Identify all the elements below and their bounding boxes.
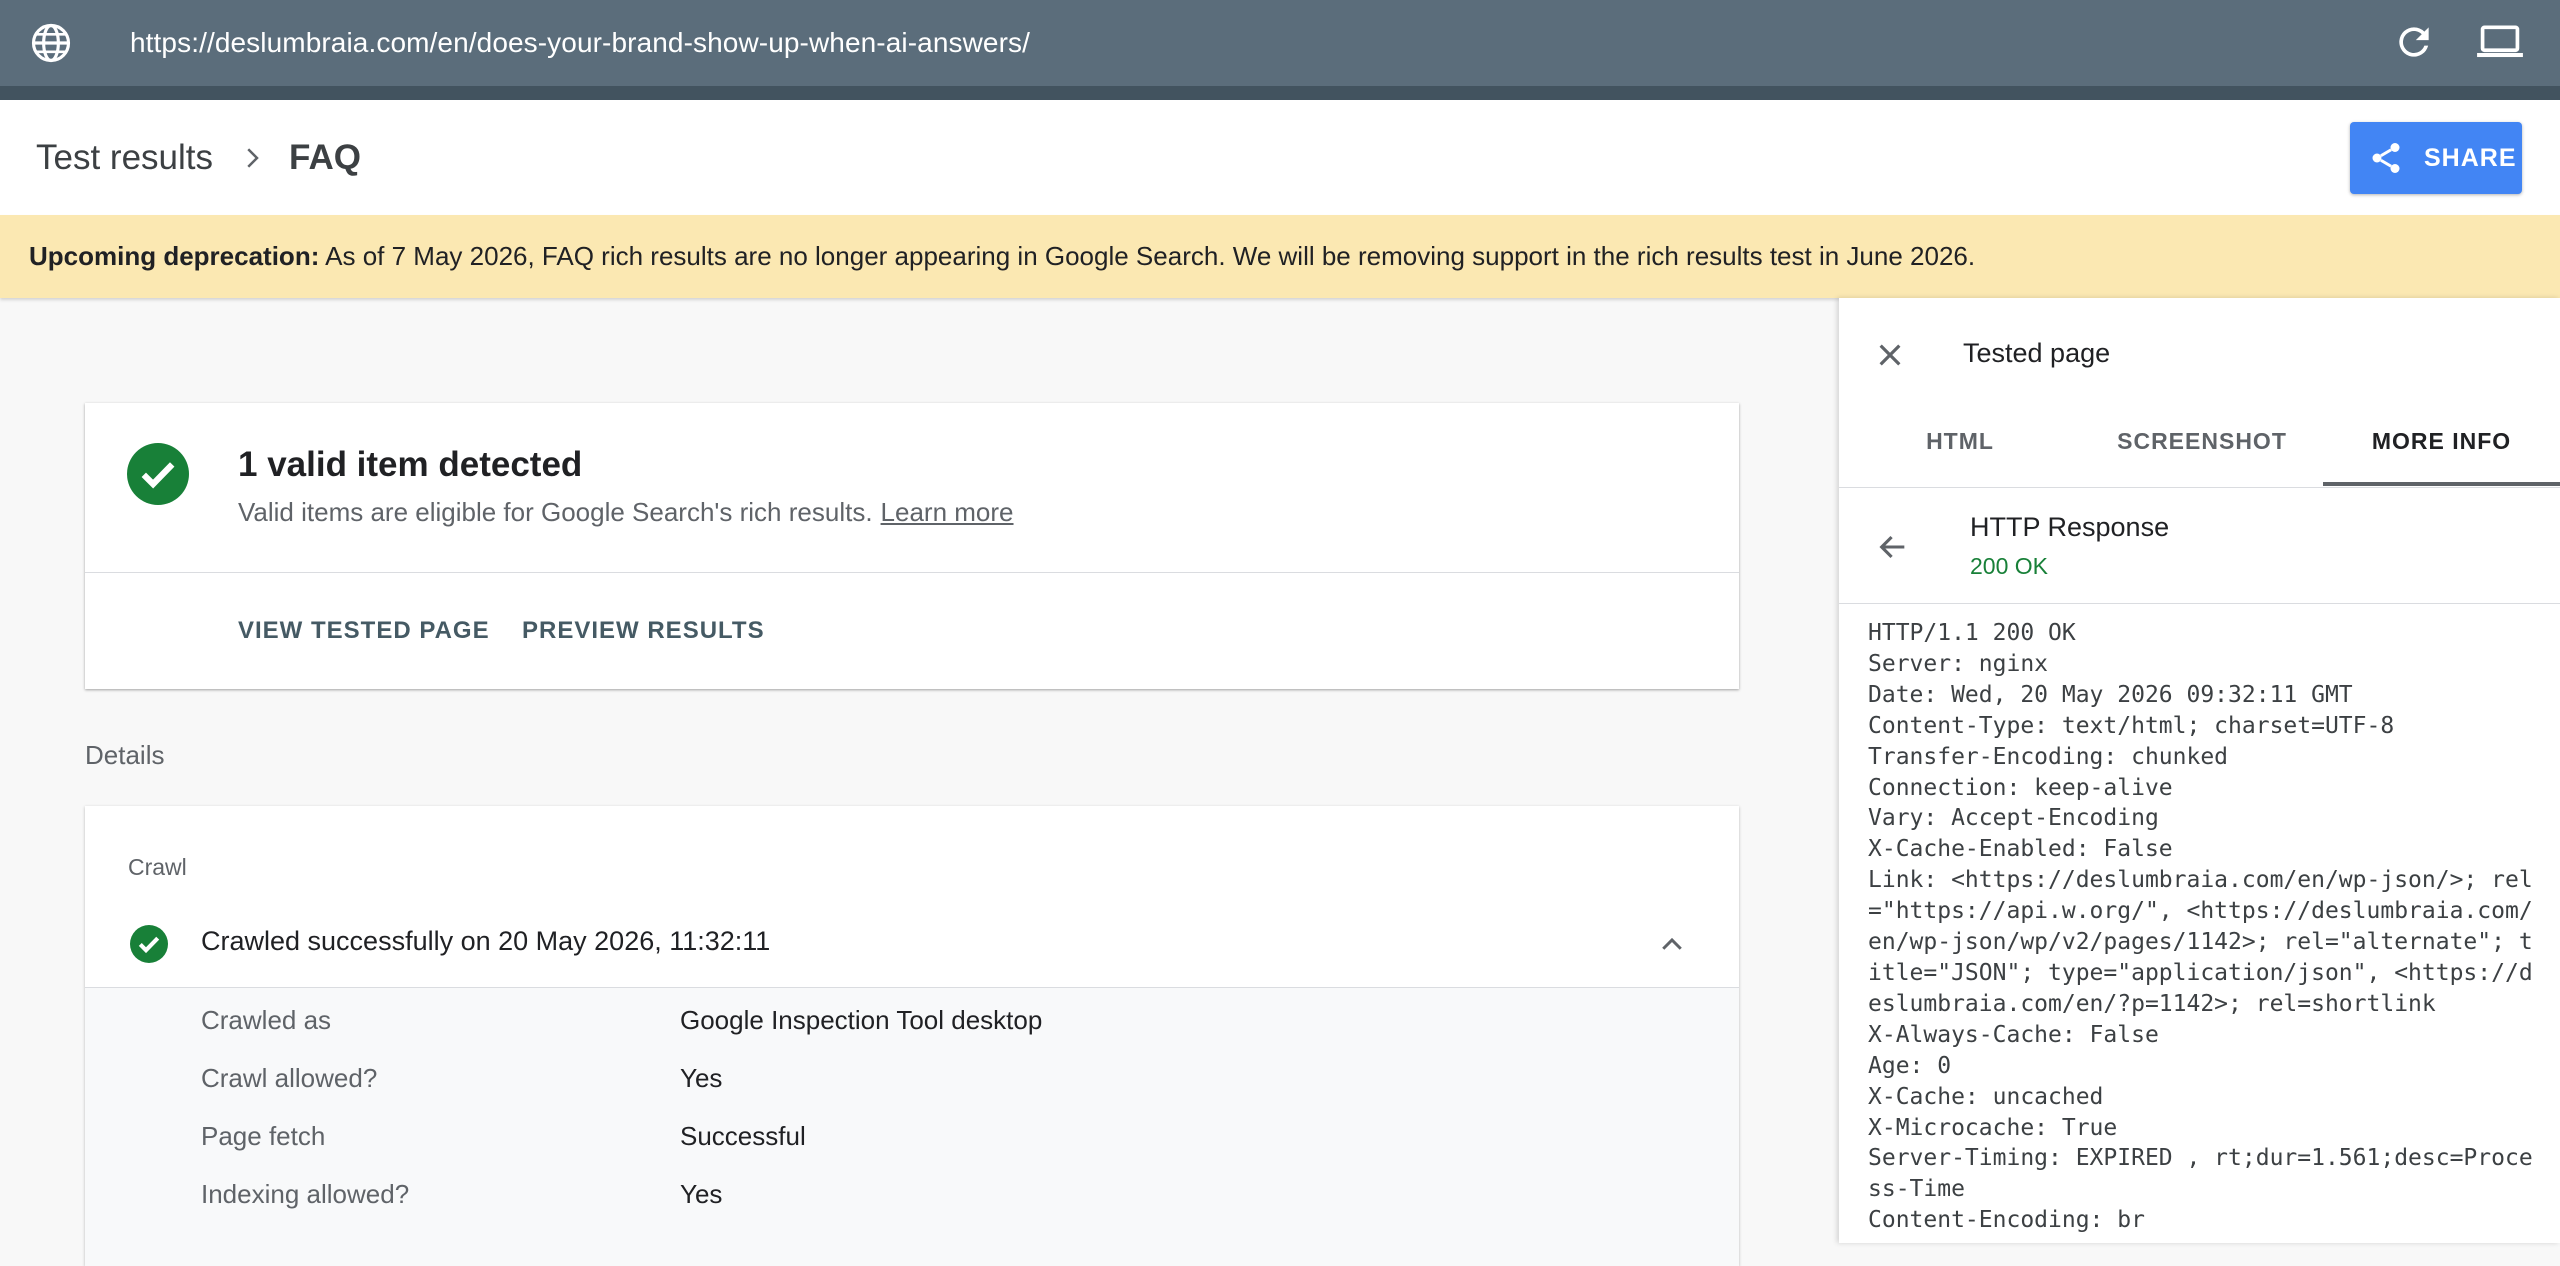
crawl-key: Crawled as — [201, 1005, 332, 1035]
laptop-icon[interactable] — [2476, 20, 2524, 64]
crawl-value: Yes — [680, 1179, 723, 1209]
share-label: SHARE — [2424, 143, 2517, 172]
back-arrow-icon[interactable] — [1876, 530, 1910, 564]
http-response-title: HTTP Response — [1970, 512, 2170, 542]
reload-icon[interactable] — [2392, 20, 2436, 64]
deprecation-banner: Upcoming deprecation: As of 7 May 2026, … — [0, 215, 2560, 298]
breadcrumb: Test results FAQ — [36, 100, 361, 215]
check-circle-icon — [130, 925, 168, 963]
crawl-value: Successful — [680, 1121, 806, 1151]
summary-subtitle-text: Valid items are eligible for Google Sear… — [238, 497, 873, 527]
banner-message: Upcoming deprecation: As of 7 May 2026, … — [29, 215, 1975, 298]
banner-title: Upcoming deprecation: — [29, 241, 320, 271]
crawl-value: Google Inspection Tool desktop — [680, 1005, 1043, 1035]
globe-icon — [31, 23, 71, 63]
crawl-status: Crawled successfully on 20 May 2026, 11:… — [201, 926, 771, 956]
banner-body: As of 7 May 2026, FAQ rich results are n… — [319, 241, 1976, 271]
app-header: Test results FAQ — [0, 100, 2560, 215]
summary-subtitle: Valid items are eligible for Google Sear… — [238, 497, 1014, 528]
tab-more-info[interactable]: MORE INFO — [2323, 406, 2560, 486]
panel-tabs: HTML SCREENSHOT MORE INFO — [1839, 406, 2560, 486]
crawl-card: Crawl Crawled successfully on 20 May 202… — [85, 806, 1739, 1266]
tab-html[interactable]: HTML — [1839, 406, 2081, 482]
details-heading: Details — [85, 740, 165, 770]
share-button[interactable]: SHARE — [2350, 122, 2522, 194]
tab-screenshot[interactable]: SCREENSHOT — [2081, 406, 2323, 482]
response-divider — [1839, 603, 2560, 604]
breadcrumb-test-results[interactable]: Test results — [36, 138, 213, 178]
crawl-details: Crawled as Google Inspection Tool deskto… — [85, 988, 1739, 1266]
preview-results-button[interactable]: PREVIEW RESULTS — [522, 617, 765, 645]
tested-page-panel: Tested page HTML SCREENSHOT MORE INFO HT… — [1839, 298, 2560, 1243]
crawl-key: Indexing allowed? — [201, 1179, 410, 1209]
crawl-key: Crawl allowed? — [201, 1063, 378, 1093]
tabs-divider — [1839, 487, 2560, 488]
view-tested-page-button[interactable]: VIEW TESTED PAGE — [238, 617, 490, 645]
crawl-value: Yes — [680, 1063, 723, 1093]
crawl-key: Page fetch — [201, 1121, 326, 1151]
chevron-up-icon[interactable] — [1657, 930, 1687, 960]
summary-title: 1 valid item detected — [238, 445, 583, 484]
summary-card: 1 valid item detected Valid items are el… — [85, 403, 1739, 689]
browser-toolbar: https://deslumbraia.com/en/does-your-bra… — [0, 0, 2560, 86]
http-headers: HTTP/1.1 200 OK Server: nginx Date: Wed,… — [1868, 620, 2533, 1234]
learn-more-link[interactable]: Learn more — [881, 497, 1014, 527]
crawl-heading: Crawl — [128, 854, 187, 880]
crawl-row: Crawl allowed? Yes — [85, 1058, 1739, 1116]
close-icon[interactable] — [1874, 339, 1906, 371]
toolbar-shadow-strip — [0, 86, 2560, 100]
crawl-row: Indexing allowed? Yes — [85, 1174, 1739, 1232]
share-icon — [2372, 143, 2400, 173]
crawl-row: Crawled as Google Inspection Tool deskto… — [85, 1000, 1739, 1058]
crawl-row: Page fetch Successful — [85, 1116, 1739, 1174]
check-circle-icon — [127, 443, 189, 505]
breadcrumb-faq: FAQ — [289, 137, 361, 177]
address-bar[interactable]: https://deslumbraia.com/en/does-your-bra… — [130, 22, 1030, 64]
card-divider — [85, 572, 1739, 573]
panel-title: Tested page — [1963, 338, 2111, 368]
chevron-right-icon — [247, 147, 259, 168]
http-status: 200 OK — [1970, 553, 2048, 579]
